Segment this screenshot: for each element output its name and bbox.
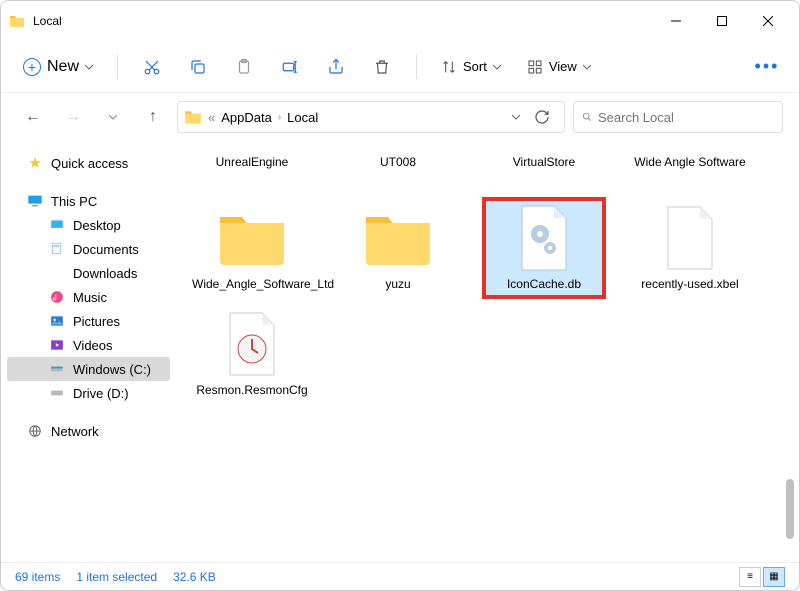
list-item[interactable]: UT008 [338,151,458,191]
chevron-down-icon[interactable] [512,113,520,121]
crumb-prefix: « [208,110,215,125]
paste-button[interactable] [224,49,264,85]
close-button[interactable] [745,5,791,37]
rename-button[interactable] [270,49,310,85]
share-button[interactable] [316,49,356,85]
sort-icon [441,59,457,75]
folder-icon [9,13,25,29]
star-icon [27,155,43,171]
status-count: 69 items [15,570,60,584]
view-icon [527,59,543,75]
videos-icon [49,337,65,353]
status-selected: 1 item selected [76,570,157,584]
sort-menu[interactable]: Sort [431,53,511,81]
folder-icon [212,203,292,273]
documents-icon [49,241,65,257]
desktop-icon [49,217,65,233]
downloads-icon [49,265,65,281]
chevron-down-icon [583,63,591,71]
pictures-icon [49,313,65,329]
file-icon [212,309,292,379]
status-size: 32.6 KB [173,570,216,584]
file-list[interactable]: UnrealEngine UT008 VirtualStore Wide Ang… [176,141,799,561]
music-icon [49,289,65,305]
main: Quick access This PC Desktop Documents D… [1,141,799,561]
list-item[interactable]: VirtualStore [484,151,604,191]
delete-button[interactable] [362,49,402,85]
list-item[interactable]: Wide_Angle_Software_Ltd [192,199,312,297]
sidebar-music[interactable]: Music [7,285,170,309]
search-box[interactable] [573,101,783,133]
new-label: New [47,58,79,76]
folder-icon [358,203,438,273]
minimize-button[interactable] [653,5,699,37]
sidebar-network[interactable]: Network [7,419,170,443]
list-item[interactable]: UnrealEngine [192,151,312,191]
chevron-down-icon [85,63,93,71]
list-item-selected[interactable]: IconCache.db [484,199,604,297]
sidebar-videos[interactable]: Videos [7,333,170,357]
list-item[interactable]: yuzu [338,199,458,297]
window-title: Local [33,14,653,28]
sidebar-downloads[interactable]: Downloads [7,261,170,285]
cut-button[interactable] [132,49,172,85]
back-button[interactable]: ← [17,101,49,133]
crumb-appdata[interactable]: AppData [221,110,272,125]
view-details-button[interactable]: ≡ [739,567,761,587]
sidebar-drive-d[interactable]: Drive (D:) [7,381,170,405]
chevron-right-icon: › [278,112,281,123]
title-bar: Local [1,1,799,41]
sort-label: Sort [463,59,487,74]
scroll-thumb[interactable] [786,479,794,539]
window-controls [653,5,791,37]
sidebar-drive-c[interactable]: Windows (C:) [7,357,170,381]
file-icon [504,203,584,273]
sidebar-documents[interactable]: Documents [7,237,170,261]
recent-button[interactable] [97,101,129,133]
view-icons-button[interactable]: ▦ [763,567,785,587]
up-button[interactable]: ↑ [137,101,169,133]
status-bar: 69 items 1 item selected 32.6 KB ≡ ▦ [1,562,799,590]
view-label: View [549,59,577,74]
search-icon [582,110,592,124]
view-toggle: ≡ ▦ [739,567,785,587]
toolbar: + New Sort View ••• [1,41,799,93]
search-input[interactable] [598,110,774,125]
more-button[interactable]: ••• [747,49,787,85]
sidebar-desktop[interactable]: Desktop [7,213,170,237]
network-icon [27,423,43,439]
file-icon [650,203,730,273]
view-menu[interactable]: View [517,53,601,81]
new-button[interactable]: + New [13,52,103,82]
list-item[interactable]: Resmon.ResmonCfg [192,305,312,403]
list-item[interactable]: Wide Angle Software [630,151,750,191]
refresh-button[interactable] [526,101,558,133]
drive-icon [49,385,65,401]
drive-icon [49,361,65,377]
address-bar[interactable]: « AppData › Local [177,101,565,133]
plus-icon: + [23,58,41,76]
sidebar-this-pc[interactable]: This PC [7,189,170,213]
crumb-local[interactable]: Local [287,110,318,125]
divider [117,55,118,79]
maximize-button[interactable] [699,5,745,37]
nav-row: ← → ↑ « AppData › Local [1,93,799,141]
sidebar-quick-access[interactable]: Quick access [7,151,170,175]
chevron-down-icon [493,63,501,71]
sidebar: Quick access This PC Desktop Documents D… [1,141,176,561]
sidebar-pictures[interactable]: Pictures [7,309,170,333]
pc-icon [27,193,43,209]
list-item[interactable]: recently-used.xbel [630,199,750,297]
copy-button[interactable] [178,49,218,85]
scrollbar[interactable] [783,169,797,549]
forward-button[interactable]: → [57,101,89,133]
folder-icon [184,108,202,126]
divider [416,55,417,79]
